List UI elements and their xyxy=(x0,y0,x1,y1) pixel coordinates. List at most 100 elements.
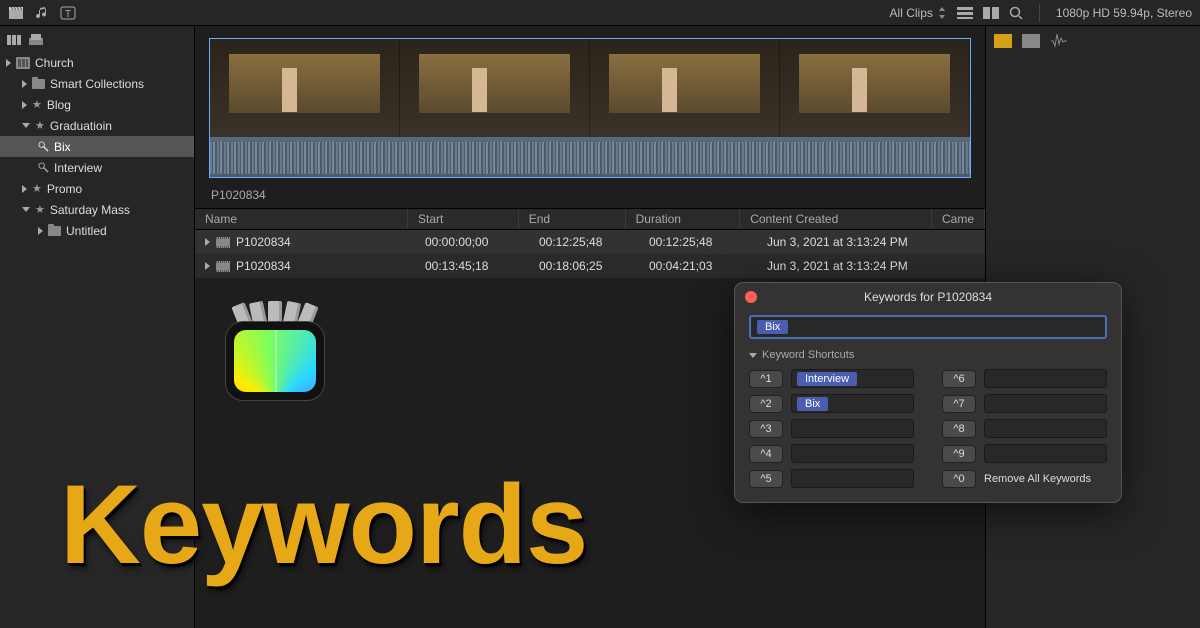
shortcut-key[interactable]: ^3 xyxy=(749,420,783,438)
shortcut-key[interactable]: ^8 xyxy=(942,420,976,438)
col-end[interactable]: End xyxy=(519,209,626,229)
shortcut-field[interactable]: Bix xyxy=(791,394,914,413)
sidebar-label: Smart Collections xyxy=(50,77,144,91)
clip-icon xyxy=(216,261,230,272)
library-tab-icon[interactable] xyxy=(6,32,22,46)
titles-button[interactable]: T xyxy=(60,5,76,21)
shortcut-key[interactable]: ^2 xyxy=(749,395,783,413)
table-row[interactable]: P1020834 00:00:00;00 00:12:25;48 00:12:2… xyxy=(195,230,985,254)
sidebar-item-interview[interactable]: Interview xyxy=(0,157,194,178)
sidebar-item-blog[interactable]: ★ Blog xyxy=(0,94,194,115)
event-star-icon: ★ xyxy=(35,119,45,132)
sidebar-item-saturday[interactable]: ★ Saturday Mass xyxy=(0,199,194,220)
remove-all-button[interactable]: Remove All Keywords xyxy=(984,473,1091,485)
sidebar-item-untitled[interactable]: Untitled xyxy=(0,220,194,241)
disclosure-right-icon xyxy=(22,80,27,88)
sidebar-item-promo[interactable]: ★Promo xyxy=(0,178,194,199)
music-icon xyxy=(34,5,50,21)
disclosure-down-icon xyxy=(22,207,30,212)
shortcut-slot: ^3 xyxy=(749,419,914,438)
popover-title: Keywords for P1020834 xyxy=(735,290,1121,304)
shortcut-key[interactable]: ^6 xyxy=(942,370,976,388)
shortcut-slot: ^8 xyxy=(942,419,1107,438)
clip-icon xyxy=(216,237,230,248)
shortcut-key[interactable]: ^5 xyxy=(749,470,783,488)
sidebar-label: Untitled xyxy=(66,224,107,238)
col-start[interactable]: Start xyxy=(408,209,519,229)
cell-duration: 00:04:21;03 xyxy=(639,259,757,273)
cell-name: P1020834 xyxy=(236,235,291,249)
photos-tab-icon[interactable] xyxy=(28,32,44,46)
cell-start: 00:00:00;00 xyxy=(415,235,529,249)
col-camera[interactable]: Came xyxy=(932,209,985,229)
import-button[interactable] xyxy=(8,5,24,21)
keyword-tag[interactable]: Bix xyxy=(757,320,788,334)
section-title[interactable]: Keyword Shortcuts xyxy=(749,349,1107,361)
event-star-icon: ★ xyxy=(32,182,42,195)
table-body: P1020834 00:00:00;00 00:12:25;48 00:12:2… xyxy=(195,230,985,278)
info-inspector-tab[interactable] xyxy=(1022,34,1040,48)
sidebar-item-smart[interactable]: Smart Collections xyxy=(0,73,194,94)
shortcut-field[interactable] xyxy=(984,419,1107,438)
filmstrip-icon xyxy=(983,7,999,19)
video-inspector-tab[interactable] xyxy=(994,34,1012,48)
filmstrip-view-button[interactable] xyxy=(983,7,999,19)
shortcut-field[interactable] xyxy=(984,369,1107,388)
keyword-tag: Interview xyxy=(797,372,857,386)
fcp-app-icon xyxy=(225,305,325,405)
clip-filter-dropdown[interactable]: All Clips xyxy=(890,6,947,20)
music-button[interactable] xyxy=(34,5,50,21)
list-icon xyxy=(957,7,973,19)
top-toolbar: T All Clips 1080p HD 59.94p, Stereo xyxy=(0,0,1200,26)
sidebar-label: Saturday Mass xyxy=(50,203,130,217)
filmstrip-clip[interactable] xyxy=(209,38,971,178)
cell-end: 00:18:06;25 xyxy=(529,259,639,273)
sidebar-item-graduation[interactable]: ★ Graduatioin xyxy=(0,115,194,136)
shortcut-field[interactable] xyxy=(791,469,914,488)
shortcut-key[interactable]: ^9 xyxy=(942,445,976,463)
sidebar-item-bix[interactable]: Bix xyxy=(0,136,194,157)
shortcut-field[interactable]: Interview xyxy=(791,369,914,388)
shortcut-slot: ^6 xyxy=(942,369,1107,388)
shortcut-field[interactable] xyxy=(984,444,1107,463)
table-row[interactable]: P1020834 00:13:45;18 00:18:06;25 00:04:2… xyxy=(195,254,985,278)
disclosure-down-icon xyxy=(22,123,30,128)
shortcut-key[interactable]: ^0 xyxy=(942,470,976,488)
cell-content-created: Jun 3, 2021 at 3:13:24 PM xyxy=(757,235,955,249)
shortcut-slot: ^2 Bix xyxy=(749,394,914,413)
shortcut-slot: ^0 Remove All Keywords xyxy=(942,469,1107,488)
search-icon xyxy=(1009,6,1023,20)
sidebar-label: Graduatioin xyxy=(50,119,112,133)
keywords-popover: Keywords for P1020834 Bix Keyword Shortc… xyxy=(734,282,1122,503)
sidebar-label: Bix xyxy=(54,140,71,154)
disclosure-right-icon xyxy=(6,59,11,67)
close-button[interactable] xyxy=(745,291,757,303)
col-content-created[interactable]: Content Created xyxy=(740,209,932,229)
shortcut-key[interactable]: ^1 xyxy=(749,370,783,388)
search-button[interactable] xyxy=(1009,6,1023,20)
shortcut-field[interactable] xyxy=(791,444,914,463)
disclosure-right-icon xyxy=(22,101,27,109)
sidebar-label: Blog xyxy=(47,98,71,112)
shortcut-key[interactable]: ^7 xyxy=(942,395,976,413)
shortcut-field[interactable] xyxy=(791,419,914,438)
title-icon: T xyxy=(60,5,76,21)
list-view-button[interactable] xyxy=(957,7,973,19)
event-star-icon: ★ xyxy=(32,98,42,111)
folder-icon xyxy=(48,226,61,236)
shortcut-slot: ^4 xyxy=(749,444,914,463)
shortcut-key[interactable]: ^4 xyxy=(749,445,783,463)
keyword-input[interactable]: Bix xyxy=(749,315,1107,339)
event-star-icon: ★ xyxy=(35,203,45,216)
col-duration[interactable]: Duration xyxy=(626,209,741,229)
col-name[interactable]: Name xyxy=(195,209,408,229)
shortcut-slot: ^5 xyxy=(749,469,914,488)
library-item[interactable]: Church xyxy=(0,52,194,73)
library-name: Church xyxy=(35,56,74,70)
shortcut-grid: ^1 Interview ^6 ^2 Bix ^7 ^3 ^8 ^4 ^9 ^5 ^… xyxy=(749,369,1107,488)
audio-inspector-tab[interactable] xyxy=(1050,34,1068,48)
shortcut-field[interactable] xyxy=(984,394,1107,413)
folder-icon xyxy=(32,79,45,89)
svg-text:T: T xyxy=(65,9,71,20)
keyword-icon xyxy=(38,162,49,173)
